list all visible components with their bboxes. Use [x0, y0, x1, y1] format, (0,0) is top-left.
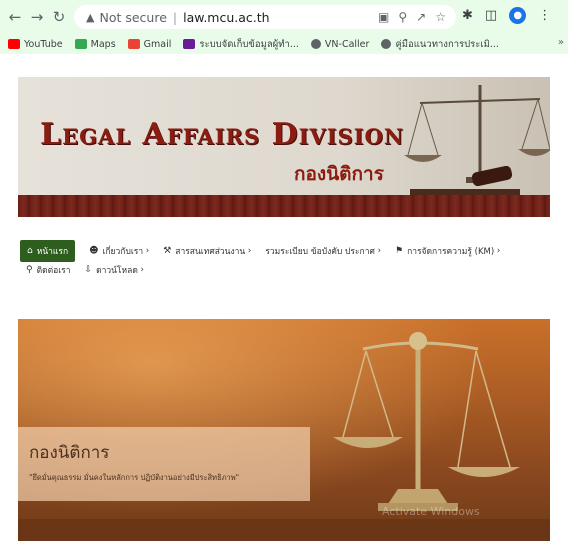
group-icon: ☻: [89, 246, 99, 256]
bookmark-maps[interactable]: Maps: [74, 38, 116, 50]
bookmarks-overflow-button[interactable]: »: [558, 37, 564, 48]
gmail-icon: [127, 39, 140, 49]
map-marker-icon: ⚲: [26, 265, 33, 275]
extensions-icon[interactable]: ✱: [462, 8, 473, 23]
banner-book-strip: [18, 195, 550, 217]
chevron-right-icon: ›: [374, 246, 381, 256]
nav-item-about[interactable]: ☻ เกี่ยวกับเรา ›: [89, 244, 149, 258]
bookmark-youtube[interactable]: YouTube: [8, 39, 63, 50]
side-panel-icon[interactable]: ◫: [485, 8, 497, 23]
globe-icon: [310, 39, 321, 49]
forward-icon[interactable]: →: [26, 8, 48, 26]
bookmark-label: ระบบจัดเก็บข้อมูลผู้ทำ...: [199, 38, 299, 50]
reload-icon[interactable]: ↻: [48, 8, 70, 26]
nav-row-2: ⚲ ติดต่อเรา ⇩ ดาวน์โหลด ›: [26, 262, 550, 278]
bookmark-label: คู่มือแนวทางการประเมิ...: [395, 38, 499, 50]
nav-item-home[interactable]: ⌂ หน้าแรก: [20, 240, 76, 262]
address-bar[interactable]: ▲ Not secure | law.mcu.ac.th ▣ ⚲ ↗ ☆: [74, 5, 456, 29]
nav-item-label: สารสนเทศส่วนงาน: [175, 247, 246, 257]
activate-windows-watermark: Activate Windows: [382, 505, 480, 518]
nav-item-label: ติดต่อเรา: [36, 266, 71, 276]
nav-item-label: หน้าแรก: [36, 247, 69, 257]
omnibox-actions: ▣ ⚲ ↗ ☆: [378, 10, 446, 24]
youtube-icon: [8, 39, 20, 49]
chevron-right-icon: ›: [143, 246, 150, 256]
share-icon[interactable]: ↗: [416, 10, 426, 24]
maps-icon: [74, 39, 87, 49]
nav-row-1: ⌂ หน้าแรก ☻ เกี่ยวกับเรา › ⚒ สารสนเทศส่ว…: [18, 240, 550, 262]
bookmark-label: YouTube: [24, 38, 63, 50]
hero-subtitle: "ยึดมั่นคุณธรรม มั่นคงในหลักการ ปฏิบัติง…: [29, 473, 240, 482]
chevron-right-icon: ›: [137, 265, 144, 275]
records-system-icon: [183, 39, 196, 49]
url-text[interactable]: law.mcu.ac.th: [183, 10, 269, 25]
not-secure-label[interactable]: Not secure: [99, 10, 166, 25]
nav-item-label: ดาวน์โหลด: [96, 266, 138, 276]
bookmark-records-system[interactable]: ระบบจัดเก็บข้อมูลผู้ทำ...: [183, 37, 299, 52]
back-icon[interactable]: ←: [4, 8, 26, 26]
translate-icon[interactable]: ▣: [378, 10, 389, 24]
chevron-right-icon: ›: [245, 246, 252, 256]
nav-item-unit-info[interactable]: ⚒ สารสนเทศส่วนงาน ›: [163, 244, 251, 258]
bookmark-label: Gmail: [143, 38, 172, 50]
nav-item-label: การจัดการความรู้ (KM): [407, 247, 495, 257]
bookmark-label: Maps: [90, 38, 116, 50]
nav-item-contact[interactable]: ⚲ ติดต่อเรา: [26, 263, 71, 277]
nav-item-km[interactable]: ⚑ การจัดการความรู้ (KM) ›: [395, 244, 500, 258]
not-secure-warning-icon[interactable]: ▲: [86, 11, 94, 24]
main-navigation: ⌂ หน้าแรก ☻ เกี่ยวกับเรา › ⚒ สารสนเทศส่ว…: [18, 240, 550, 278]
hero-title: กองนิติการ: [29, 443, 110, 463]
bookmarks-bar: YouTube Maps Gmail ระบบจัดเก็บข้อมูลผู้ท…: [0, 34, 568, 54]
bookmark-star-icon[interactable]: ☆: [435, 10, 446, 24]
chevron-right-icon: ›: [494, 246, 501, 256]
banner-thai-title: กองนิติการ: [294, 163, 384, 185]
graduation-cap-icon: ⚑: [394, 246, 404, 256]
bookmark-label: VN-Caller: [324, 38, 370, 50]
bookmark-assessment-guide[interactable]: คู่มือแนวทางการประเมิ...: [381, 37, 499, 52]
nav-item-label: เกี่ยวกับเรา: [102, 247, 144, 257]
menu-kebab-icon[interactable]: ⋮: [538, 8, 551, 23]
nav-item-regulations[interactable]: รวมระเบียบ ข้อบังคับ ประกาศ ›: [265, 244, 381, 258]
globe-icon: [381, 39, 392, 49]
profile-avatar-icon[interactable]: ●: [509, 7, 527, 24]
download-icon: ⇩: [84, 265, 93, 275]
site-banner[interactable]: Legal Affairs Division กองนิติการ: [18, 77, 550, 217]
home-icon: ⌂: [27, 246, 33, 256]
web-page: Legal Affairs Division กองนิติการ ⌂ หน้า…: [0, 54, 568, 541]
nav-item-label: รวมระเบียบ ข้อบังคับ ประกาศ: [265, 247, 375, 257]
hero-slider[interactable]: กองนิติการ "ยึดมั่นคุณธรรม มั่นคงในหลักก…: [18, 319, 550, 541]
bookmark-vn-caller[interactable]: VN-Caller: [310, 38, 370, 50]
banner-title: Legal Affairs Division: [40, 117, 405, 152]
browser-right-icons: ✱ ◫ ● ⋮: [462, 7, 551, 24]
nav-item-download[interactable]: ⇩ ดาวน์โหลด ›: [85, 263, 144, 277]
hero-caption-panel: กองนิติการ "ยึดมั่นคุณธรรม มั่นคงในหลักก…: [18, 427, 310, 501]
url-separator: |: [172, 9, 178, 25]
bookmark-gmail[interactable]: Gmail: [127, 38, 172, 50]
zoom-icon[interactable]: ⚲: [398, 10, 407, 24]
wrench-icon: ⚒: [163, 246, 172, 256]
